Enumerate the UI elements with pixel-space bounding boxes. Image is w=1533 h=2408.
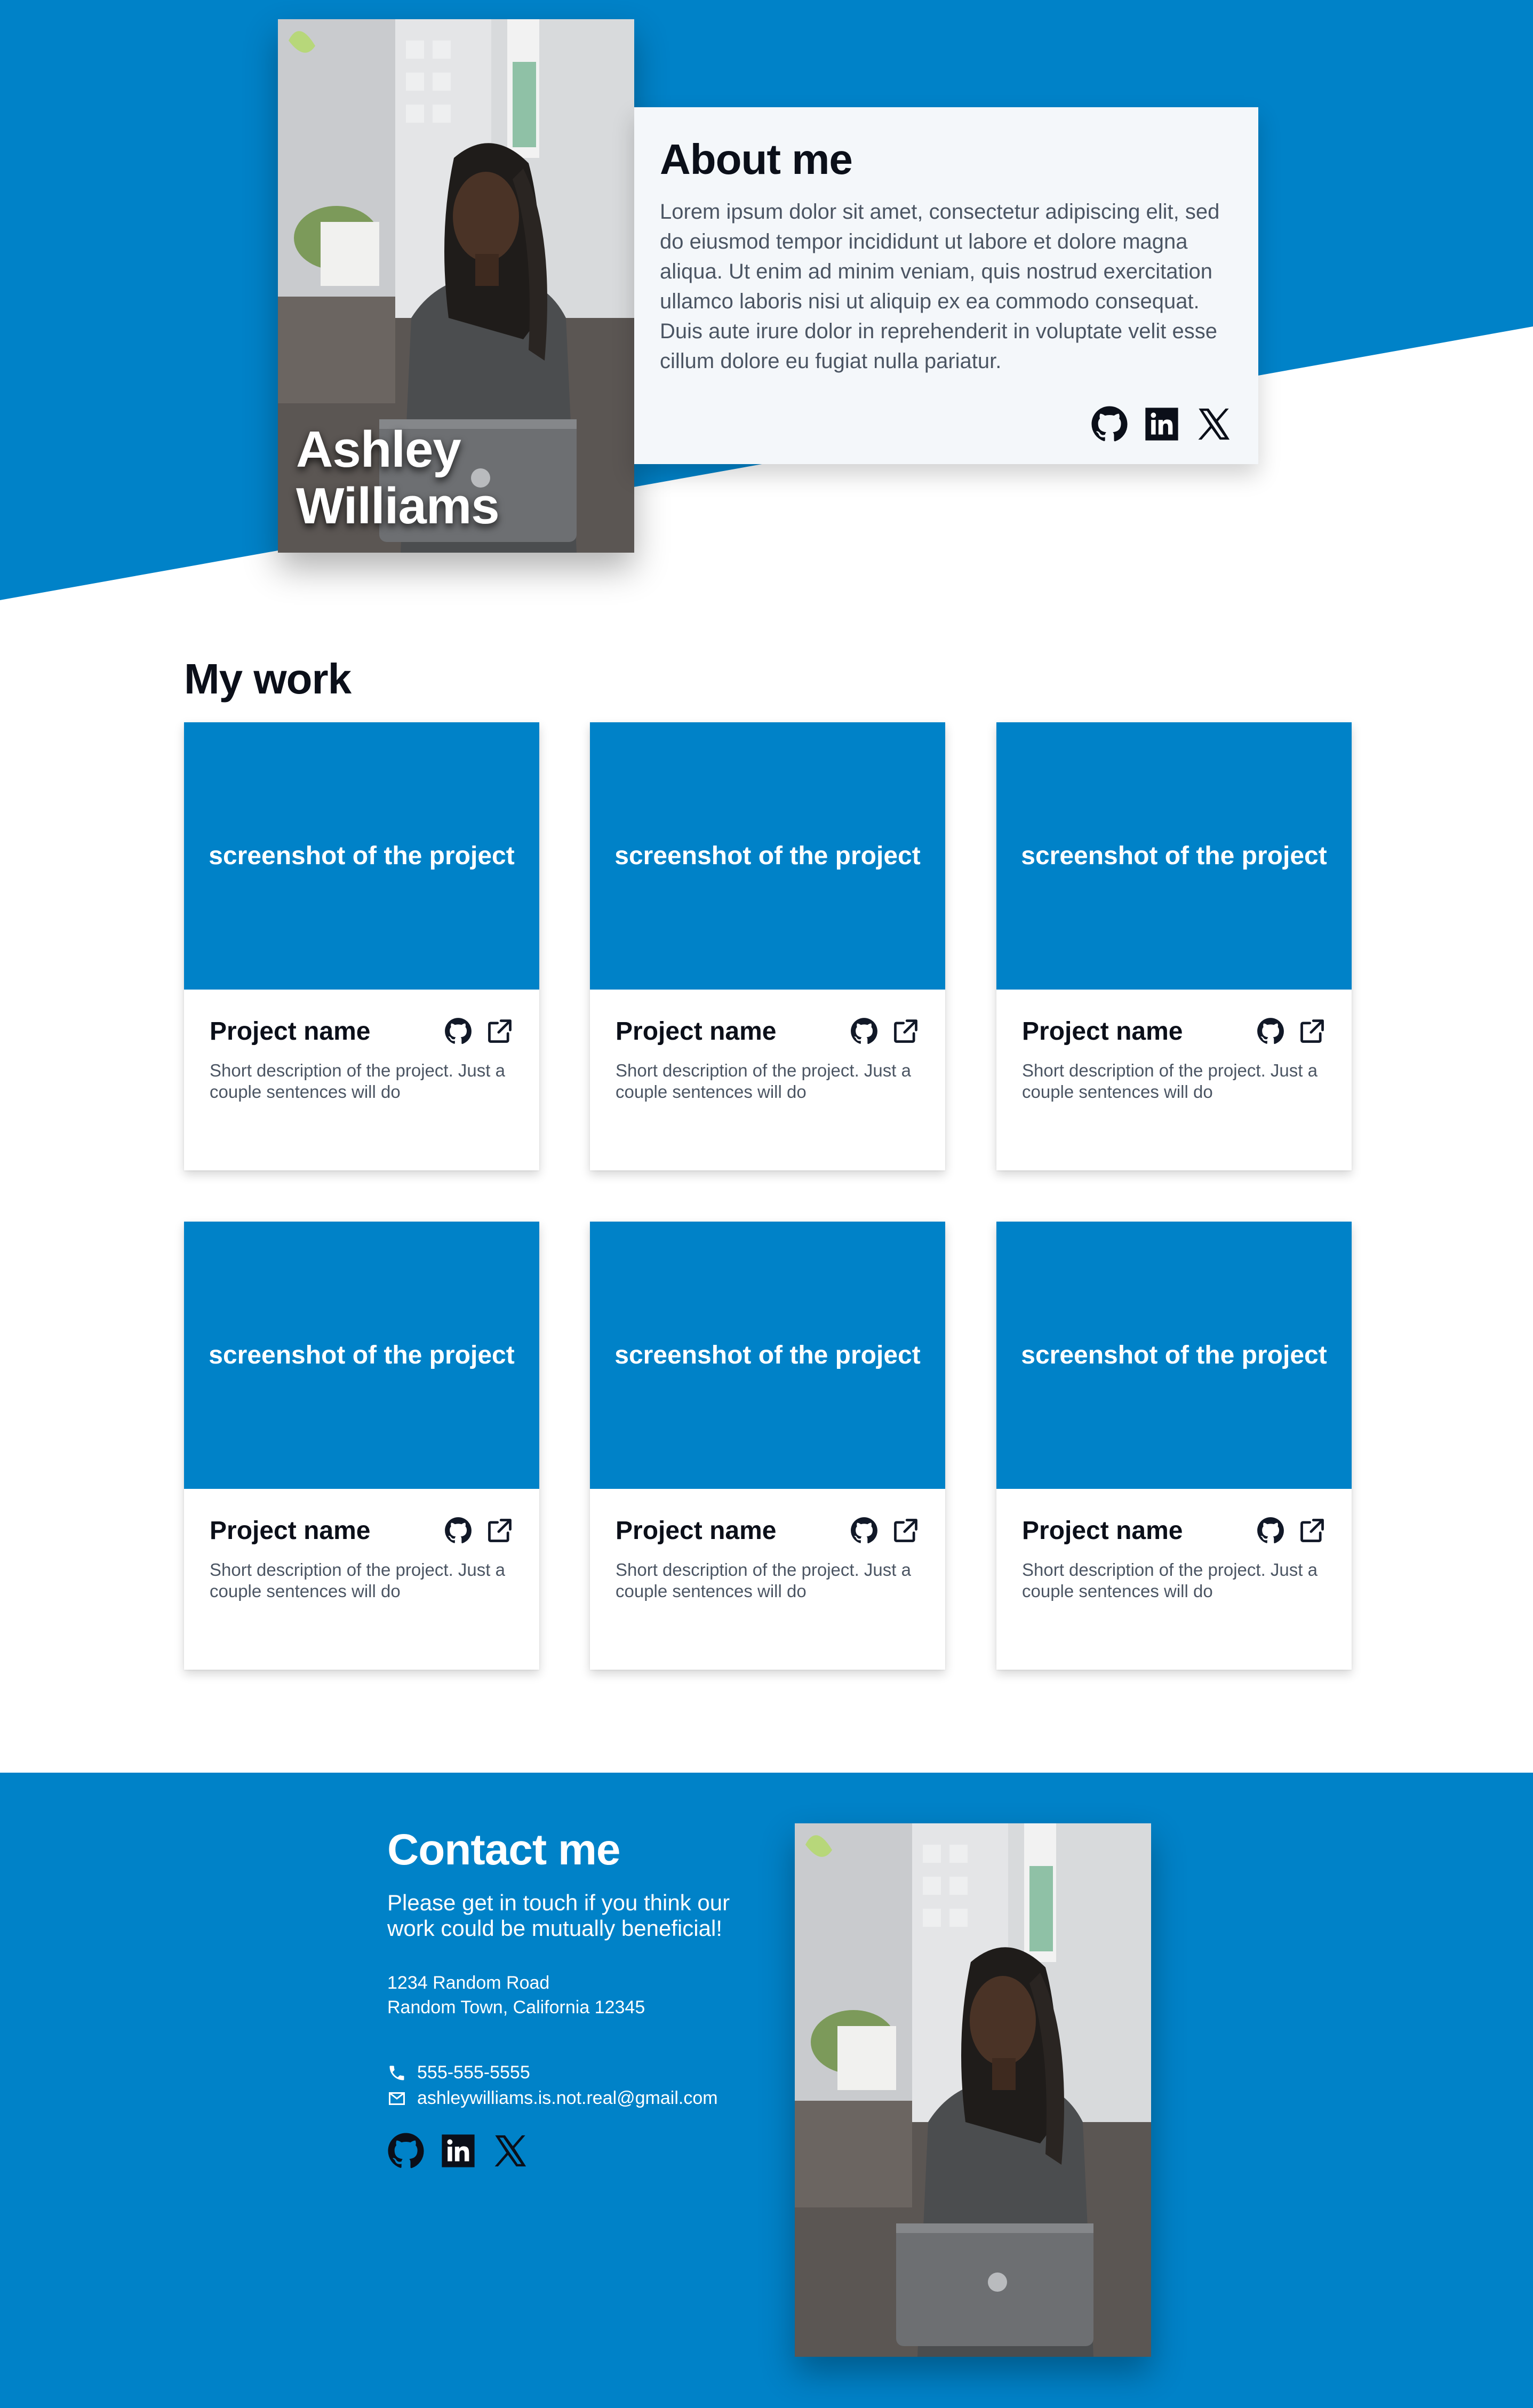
phone-number: 555-555-5555 [417,2062,530,2083]
project-screenshot: screenshot of the project [590,722,945,990]
github-icon[interactable] [850,1017,878,1045]
work-title: My work [184,655,352,703]
project-name: Project name [616,1516,777,1545]
screenshot-label: screenshot of the project [209,842,515,870]
profile-name: Ashley Williams [296,421,500,535]
screenshot-label: screenshot of the project [209,1341,515,1369]
external-link-icon[interactable] [486,1017,514,1045]
contact-section: Contact me Please get in touch if you th… [0,1773,1533,2408]
profile-first-name: Ashley [296,421,461,478]
project-card: screenshot of the project Project name S… [590,1222,945,1670]
contact-photo [795,1823,1151,2357]
project-name: Project name [210,1516,371,1545]
project-card: screenshot of the project Project name S… [996,722,1352,1170]
email-address: ashleywilliams.is.not.real@gmail.com [417,2088,718,2108]
project-screenshot: screenshot of the project [996,1222,1352,1489]
external-link-icon[interactable] [1298,1017,1326,1045]
address-line-2: Random Town, California 12345 [387,1997,645,2018]
portrait-photo [795,1823,1151,2357]
github-icon[interactable] [1091,405,1128,443]
x-icon[interactable] [1195,405,1233,443]
external-link-icon[interactable] [1298,1517,1326,1544]
contact-address: 1234 Random Road Random Town, California… [387,1971,645,2020]
project-screenshot: screenshot of the project [996,722,1352,990]
screenshot-label: screenshot of the project [614,1341,921,1369]
project-card: screenshot of the project Project name S… [996,1222,1352,1670]
github-icon[interactable] [444,1017,472,1045]
project-description: Short description of the project. Just a… [1022,1560,1318,1601]
project-description: Short description of the project. Just a… [616,1560,911,1601]
screenshot-label: screenshot of the project [1021,1341,1327,1369]
address-line-1: 1234 Random Road [387,1973,550,1993]
about-title: About me [660,135,853,183]
about-social-links [1091,405,1233,443]
project-name: Project name [616,1017,777,1046]
github-icon[interactable] [444,1517,472,1544]
about-text: Lorem ipsum dolor sit amet, consectetur … [660,200,1220,373]
project-description: Short description of the project. Just a… [210,1061,505,1102]
contact-title: Contact me [387,1825,621,1874]
profile-last-name: Williams [296,477,500,535]
github-icon[interactable] [1257,1517,1284,1544]
project-name: Project name [1022,1516,1183,1545]
screenshot-label: screenshot of the project [614,842,921,870]
project-screenshot: screenshot of the project [184,722,539,990]
external-link-icon[interactable] [892,1517,920,1544]
contact-social-links [387,2132,529,2170]
mail-icon [389,2092,405,2105]
external-link-icon[interactable] [892,1017,920,1045]
project-description: Short description of the project. Just a… [210,1560,505,1601]
github-icon[interactable] [1257,1017,1284,1045]
github-icon[interactable] [850,1517,878,1544]
about-card: About me Lorem ipsum dolor sit amet, con… [634,107,1258,464]
x-icon[interactable] [492,2132,529,2170]
linkedin-icon[interactable] [440,2132,477,2170]
project-card: screenshot of the project Project name S… [184,722,539,1170]
contact-email[interactable]: ashleywilliams.is.not.real@gmail.com [387,2088,718,2109]
screenshot-label: screenshot of the project [1021,842,1327,870]
contact-text: Please get in touch if you think our wor… [387,1890,730,1941]
github-icon[interactable] [387,2132,425,2170]
project-description: Short description of the project. Just a… [616,1061,911,1102]
project-card: screenshot of the project Project name S… [184,1222,539,1670]
external-link-icon[interactable] [486,1517,514,1544]
project-description: Short description of the project. Just a… [1022,1061,1318,1102]
project-card: screenshot of the project Project name S… [590,722,945,1170]
linkedin-icon[interactable] [1143,405,1180,443]
contact-phone[interactable]: 555-555-5555 [387,2062,530,2083]
project-screenshot: screenshot of the project [590,1222,945,1489]
phone-icon [389,2066,404,2080]
project-name: Project name [210,1017,371,1046]
project-screenshot: screenshot of the project [184,1222,539,1489]
project-name: Project name [1022,1017,1183,1046]
profile-photo-card: Ashley Williams [278,19,634,553]
